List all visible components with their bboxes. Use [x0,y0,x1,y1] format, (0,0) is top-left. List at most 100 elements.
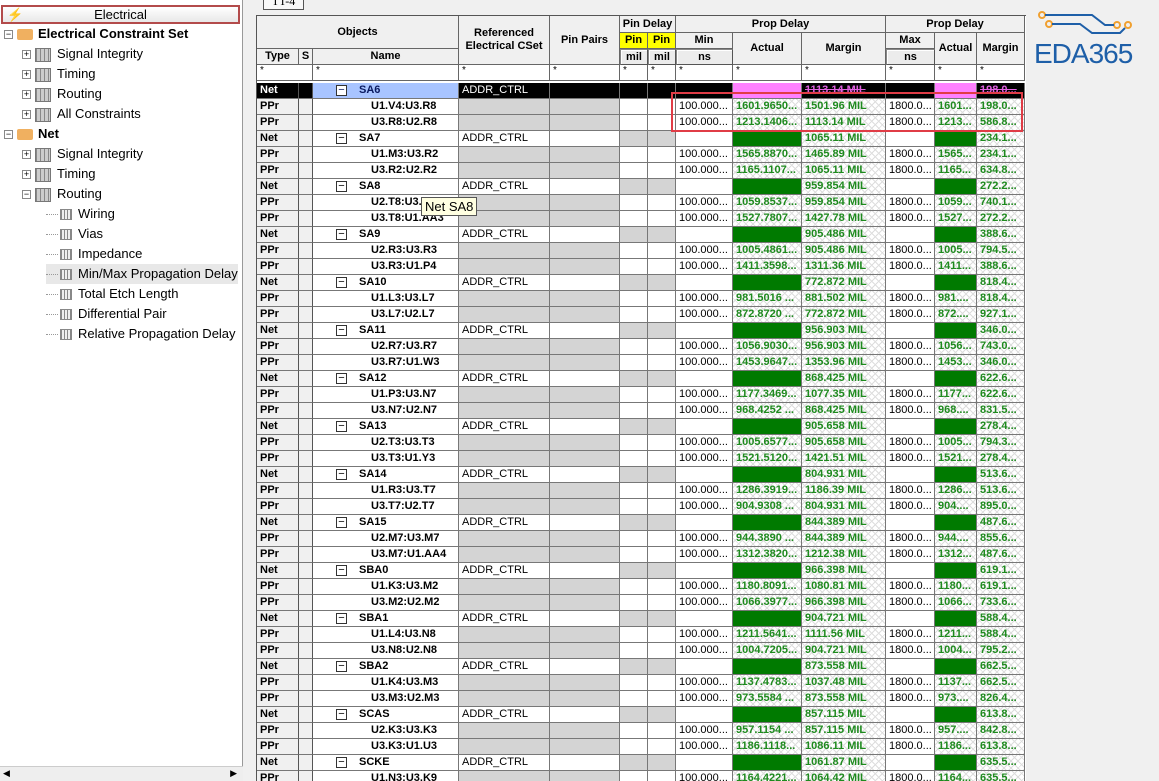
pin-delay-1[interactable] [620,547,648,563]
pin-pair-row[interactable]: PPr U3.M3:U2.M3 100.000... 973.5584 ... 873.… [257,691,1026,707]
pin-delay-2[interactable] [648,739,676,755]
pin-pairs[interactable] [550,467,620,483]
collapse-icon[interactable]: − [336,324,347,336]
collapse-icon[interactable]: − [4,130,13,140]
net-name[interactable]: − SA8 [313,179,459,195]
pin-pair-name[interactable]: U3.R8:U2.R8 [313,115,459,131]
pin-delay-1[interactable] [620,323,648,339]
referenced-cset[interactable]: ADDR_CTRL [459,611,550,627]
pin-delay-2[interactable] [648,371,676,387]
net-name[interactable]: − SBA2 [313,659,459,675]
min-delay[interactable]: 100.000... [676,195,733,211]
pin-pair-row[interactable]: PPr U2.R7:U3.R7 100.000... 1056.9030... 956.… [257,339,1026,355]
min-delay[interactable]: 100.000... [676,435,733,451]
pin-delay-2[interactable] [648,259,676,275]
pin-pair-name[interactable]: U1.V4:U3.R8 [313,99,459,115]
net-row[interactable]: Net − SA13 ADDR_CTRL 905.658 MIL 278.4... [257,419,1026,435]
max-delay[interactable] [886,755,935,771]
max-delay[interactable]: 1800.0... [886,691,935,707]
pin-pair-row[interactable]: PPr U1.M3:U3.R2 100.000... 1565.8870... 1465… [257,147,1026,163]
pin-pairs[interactable] [550,131,620,147]
pin-delay-2[interactable] [648,131,676,147]
max-delay[interactable]: 1800.0... [886,643,935,659]
pin-delay-1[interactable] [620,387,648,403]
tree-item-vias[interactable]: Vias [46,224,103,244]
min-delay[interactable] [676,371,733,387]
referenced-cset[interactable]: ADDR_CTRL [459,131,550,147]
referenced-cset[interactable]: ADDR_CTRL [459,515,550,531]
max-delay[interactable]: 1800.0... [886,531,935,547]
header-type[interactable]: Type [257,49,299,65]
max-delay[interactable]: 1800.0... [886,211,935,227]
pin-pairs[interactable] [550,371,620,387]
min-delay[interactable] [676,659,733,675]
pin-pair-name[interactable]: U1.K3:U3.M2 [313,579,459,595]
min-delay[interactable] [676,323,733,339]
pin-pair-name[interactable]: U3.M7:U1.AA4 [313,547,459,563]
pin-pair-row[interactable]: PPr U3.M2:U2.M2 100.000... 1066.3977... 966.… [257,595,1026,611]
net-name[interactable]: − SA15 [313,515,459,531]
collapse-icon[interactable]: − [336,228,347,240]
pin-delay-1[interactable] [620,99,648,115]
filter-cell[interactable]: * [935,65,977,81]
unit-ns-button-min[interactable]: ns [676,49,733,65]
max-delay[interactable]: 1800.0... [886,451,935,467]
pin-pair-name[interactable]: U1.L3:U3.L7 [313,291,459,307]
pin-delay-2[interactable] [648,723,676,739]
pin-delay-2[interactable] [648,307,676,323]
header-margin-max[interactable]: Margin [977,33,1025,65]
max-delay[interactable]: 1800.0... [886,579,935,595]
max-delay[interactable] [886,419,935,435]
max-delay[interactable]: 1800.0... [886,435,935,451]
max-delay[interactable] [886,707,935,723]
collapse-icon[interactable]: − [336,756,347,768]
pin-pairs[interactable] [550,227,620,243]
pin-pair-row[interactable]: PPr U1.N3:U3.K9 100.000... 1164.4221... 1064… [257,771,1026,781]
pin-delay-2[interactable] [648,627,676,643]
max-delay[interactable] [886,467,935,483]
pin-delay-1[interactable] [620,307,648,323]
max-delay[interactable] [886,611,935,627]
min-delay[interactable]: 100.000... [676,291,733,307]
net-name[interactable]: − SBA1 [313,611,459,627]
max-delay[interactable]: 1800.0... [886,595,935,611]
min-delay[interactable]: 100.000... [676,259,733,275]
min-delay[interactable]: 100.000... [676,355,733,371]
filter-cell[interactable]: * [459,65,550,81]
referenced-cset[interactable]: ADDR_CTRL [459,419,550,435]
header-actual-max[interactable]: Actual [935,33,977,65]
referenced-cset[interactable]: ADDR_CTRL [459,563,550,579]
pin-delay-1[interactable] [620,435,648,451]
pin-delay-2[interactable] [648,483,676,499]
pin-delay-2[interactable] [648,243,676,259]
max-delay[interactable]: 1800.0... [886,195,935,211]
pin-pair-name[interactable]: U2.R7:U3.R7 [313,339,459,355]
tree-item-timing[interactable]: + Timing [22,164,96,184]
min-delay[interactable]: 100.000... [676,483,733,499]
net-name[interactable]: − SCKE [313,755,459,771]
pin-delay-1[interactable] [620,595,648,611]
pin-delay-1[interactable] [620,179,648,195]
expand-icon[interactable]: + [22,150,31,160]
pin-delay-1[interactable] [620,131,648,147]
collapse-icon[interactable]: − [336,420,347,432]
pin-pair-name[interactable]: U1.L4:U3.N8 [313,627,459,643]
pin-delay-1[interactable] [620,483,648,499]
min-delay[interactable]: 100.000... [676,579,733,595]
pin-pairs[interactable] [550,275,620,291]
filter-cell[interactable]: * [313,65,459,81]
pin-delay-2[interactable] [648,499,676,515]
net-name[interactable]: − SA12 [313,371,459,387]
net-name[interactable]: − SA14 [313,467,459,483]
max-delay[interactable]: 1800.0... [886,723,935,739]
pin-pair-name[interactable]: U3.L7:U2.L7 [313,307,459,323]
tree-item-total-etch-length[interactable]: Total Etch Length [46,284,178,304]
max-delay[interactable]: 1800.0... [886,355,935,371]
pin-delay-1[interactable] [620,195,648,211]
pin-delay-1[interactable] [620,563,648,579]
min-delay[interactable]: 100.000... [676,595,733,611]
pin-delay-1[interactable] [620,723,648,739]
min-delay[interactable]: 100.000... [676,339,733,355]
net-row[interactable]: Net − SA15 ADDR_CTRL 844.389 MIL 487.6... [257,515,1026,531]
filter-cell[interactable]: * [733,65,802,81]
